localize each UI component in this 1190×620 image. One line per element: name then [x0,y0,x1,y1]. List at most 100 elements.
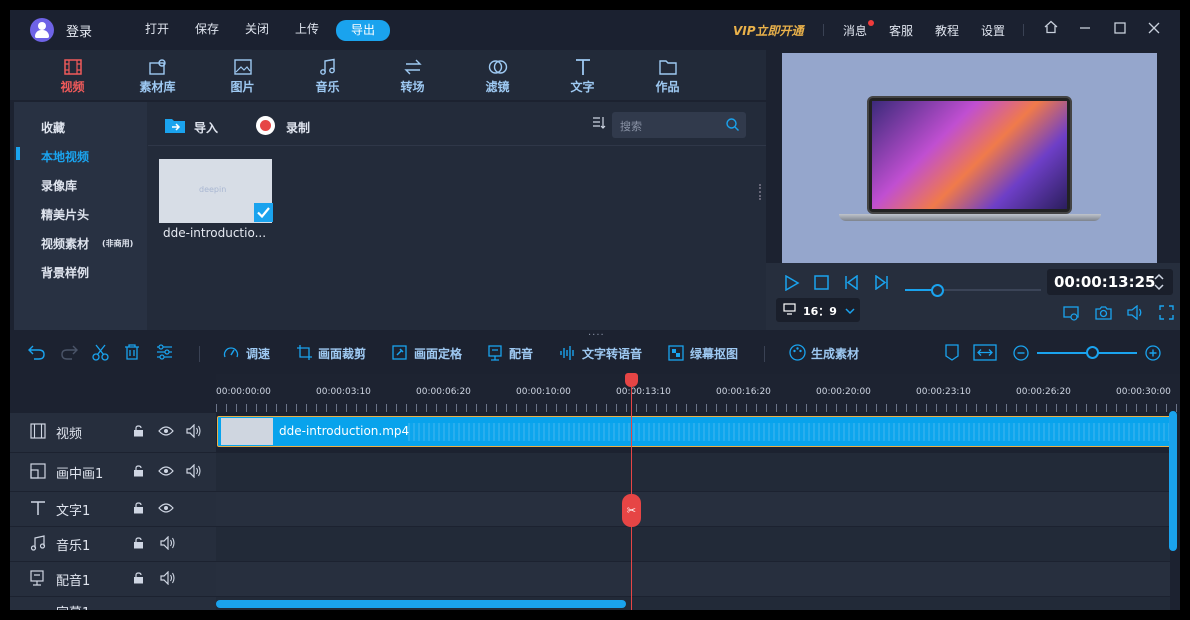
previous-frame-icon[interactable] [844,274,859,293]
camera-icon[interactable] [1095,305,1112,323]
text-to-speech-icon[interactable] [560,345,576,364]
tab-music[interactable]: 音乐 [285,50,370,100]
eye-icon[interactable] [158,425,174,440]
maximize-icon[interactable] [1110,20,1130,40]
timeline-ruler[interactable]: 00:00:00:00 00:00:03:10 00:00:06:20 00:0… [216,374,1180,412]
active-indicator [16,147,20,160]
lock-icon[interactable] [133,536,144,552]
next-frame-icon[interactable] [874,274,889,293]
tab-transition[interactable]: 转场 [370,50,455,100]
sidebar-item-intros[interactable]: 精美片头 [41,206,89,223]
video-clip[interactable]: dde-introduction.mp4 [217,416,1174,447]
vertical-scrollbar[interactable] [1169,411,1177,551]
menu-open[interactable]: 打开 [132,20,182,41]
crop-button[interactable]: 画面裁剪 [318,345,366,362]
track-lane-text[interactable] [216,492,1170,526]
record-button[interactable]: 录制 [286,119,310,136]
zoom-in-icon[interactable] [1145,345,1161,364]
export-button[interactable]: 导出 [336,19,391,41]
redo-icon[interactable] [60,344,78,363]
tab-works[interactable]: 作品 [625,50,710,100]
dubbing-icon[interactable] [488,345,502,364]
tab-video[interactable]: 视频 [30,50,115,100]
import-button[interactable]: 导入 [194,119,218,136]
horizontal-scrollbar[interactable] [216,600,626,608]
sidebar-item-backgrounds[interactable]: 背景样例 [41,264,89,281]
adjust-icon[interactable] [156,344,173,363]
fit-timeline-icon[interactable] [973,344,997,364]
playhead-line[interactable] [631,376,632,610]
resize-handle[interactable] [759,184,762,200]
track-lane-music[interactable] [216,527,1170,561]
lock-icon[interactable] [133,425,144,440]
speaker-icon[interactable] [186,423,202,441]
volume-icon[interactable] [1127,304,1144,323]
crop-icon[interactable] [297,345,312,363]
search-icon[interactable] [726,118,739,131]
sort-icon[interactable] [592,116,606,133]
eye-icon[interactable] [158,502,174,517]
sidebar-item-video-assets[interactable]: 视频素材 [41,235,89,252]
tab-image[interactable]: 图片 [200,50,285,100]
freeze-frame-button[interactable]: 画面定格 [414,345,462,362]
fullscreen-icon[interactable] [1159,305,1174,323]
lock-icon[interactable] [133,501,144,517]
sidebar-item-local-video[interactable]: 本地视频 [41,148,89,165]
minimize-icon[interactable] [1075,20,1095,40]
timecode-stepper-icon[interactable] [1153,272,1165,296]
generate-asset-icon[interactable] [789,344,806,364]
tab-text[interactable]: 文字 [540,50,625,100]
sidebar-item-recordings[interactable]: 录像库 [41,177,77,194]
stop-icon[interactable] [814,275,829,293]
track-lane-pip[interactable] [216,453,1170,491]
login-link[interactable]: 登录 [66,21,92,40]
sidebar-item-favorites[interactable]: 收藏 [41,119,65,136]
tab-library[interactable]: 素材库 [115,50,200,100]
import-icon[interactable] [164,116,186,137]
dubbing-button[interactable]: 配音 [509,345,533,362]
zoom-slider-thumb[interactable] [1086,346,1099,359]
menu-support[interactable]: 客服 [889,22,913,39]
checkbox-checked-icon[interactable] [254,203,273,222]
delete-icon[interactable] [124,344,140,363]
lock-icon[interactable] [133,464,144,480]
track-lane-dubbing[interactable] [216,562,1170,596]
menu-save[interactable]: 保存 [182,20,232,41]
vip-link[interactable]: VIP立即开通 [733,22,804,39]
home-icon[interactable] [1041,20,1061,40]
close-icon[interactable] [1144,20,1164,40]
screen-settings-icon[interactable] [1063,305,1079,324]
speed-button[interactable]: 调速 [246,345,270,362]
media-library: 收藏 本地视频 录像库 精美片头 视频素材 (非商用) 背景样例 导入 录制 搜… [14,102,766,330]
playback-slider-thumb[interactable] [931,284,944,297]
playhead-handle[interactable] [625,373,638,387]
menu-close[interactable]: 关闭 [232,20,282,41]
speaker-icon[interactable] [186,463,202,481]
menu-tutorial[interactable]: 教程 [935,22,959,39]
scissors-icon[interactable] [92,344,109,364]
menu-messages[interactable]: 消息 [843,22,867,39]
record-icon[interactable] [256,116,275,135]
zoom-out-icon[interactable] [1013,345,1029,364]
timecode-display[interactable]: 00:00:13:25 [1047,269,1173,295]
freeze-frame-icon[interactable] [392,345,407,363]
marker-icon[interactable] [945,344,959,364]
speaker-icon[interactable] [160,535,176,553]
chroma-key-icon[interactable] [668,345,684,364]
split-scissors-icon[interactable]: ✂ [622,494,641,527]
speaker-icon[interactable] [160,570,176,588]
lock-icon[interactable] [133,571,144,587]
undo-icon[interactable] [28,344,46,363]
eye-icon[interactable] [158,465,174,480]
menu-settings[interactable]: 设置 [981,22,1005,39]
text-to-speech-button[interactable]: 文字转语音 [582,345,642,362]
generate-asset-button[interactable]: 生成素材 [811,345,859,362]
speed-icon[interactable] [223,345,239,364]
user-avatar-icon[interactable] [30,18,54,42]
play-icon[interactable] [784,274,800,294]
chroma-key-button[interactable]: 绿幕抠图 [690,345,738,362]
tab-filter[interactable]: 滤镜 [455,50,540,100]
menu-upload[interactable]: 上传 [282,20,332,41]
search-input[interactable]: 搜索 [612,112,746,138]
aspect-ratio-select[interactable]: 16：9 [776,298,860,322]
